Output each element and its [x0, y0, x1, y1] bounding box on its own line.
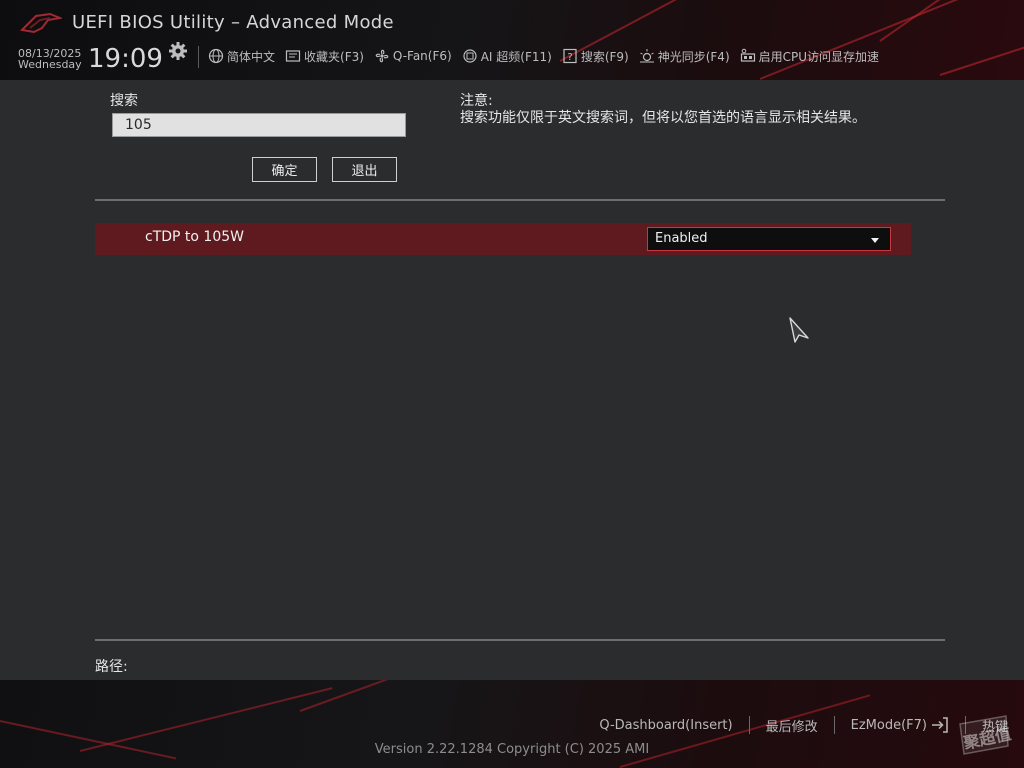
chevron-down-icon [871, 238, 879, 243]
globe-icon [208, 48, 224, 64]
dropdown-selected-value: Enabled [655, 231, 708, 246]
qfan-button[interactable]: Q-Fan(F6) [374, 48, 452, 64]
bottom-bar: Q-Dashboard(Insert) 最后修改 EzMode(F7) 热键 V… [0, 680, 1024, 768]
resizable-bar-label: 启用CPU访问显存加速 [758, 49, 880, 64]
confirm-button[interactable]: 确定 [252, 157, 317, 182]
favorites-label: 收藏夹(F3) [304, 49, 364, 64]
q-dashboard-button[interactable]: Q-Dashboard(Insert) [583, 718, 748, 733]
q-dashboard-label: Q-Dashboard(Insert) [599, 717, 733, 733]
search-result-row[interactable]: cTDP to 105W Enabled [95, 223, 911, 255]
divider-top [95, 199, 945, 201]
ezmode-button[interactable]: EzMode(F7) [835, 716, 965, 734]
app-title: UEFI BIOS Utility – Advanced Mode [72, 12, 394, 33]
svg-text:?: ? [567, 52, 572, 63]
last-modified-button[interactable]: 最后修改 [750, 716, 834, 735]
search-title: 搜索 [110, 93, 138, 109]
toolbar-divider [198, 46, 199, 68]
ai-overclock-label: AI 超频(F11) [480, 49, 552, 64]
decor-slash [939, 27, 1024, 76]
resizable-bar-button[interactable]: 启用CPU访问显存加速 [740, 48, 879, 65]
weekday-display: Wednesday [18, 58, 82, 71]
mouse-pointer-icon [789, 317, 809, 343]
path-label: 路径: [95, 659, 128, 675]
aura-light-icon [639, 49, 654, 63]
exit-arrow-icon [931, 717, 948, 733]
result-value-dropdown[interactable]: Enabled [647, 227, 891, 251]
search-input[interactable] [112, 113, 406, 137]
time-display: 19:09 [88, 44, 163, 74]
decor-slash [299, 680, 526, 712]
gear-icon[interactable] [168, 41, 188, 61]
note-title: 注意: [460, 93, 493, 109]
note-text: 搜索功能仅限于英文搜索词，但将以您首选的语言显示相关结果。 [460, 110, 866, 126]
toolbar: 简体中文 收藏夹(F3) Q-Fan(F6) AI 超频(F11) ? 搜索(F… [208, 46, 889, 66]
divider-bottom [95, 639, 945, 641]
version-info: Version 2.22.1284 Copyright (C) 2025 AMI [374, 742, 650, 757]
resize-bar-icon [740, 48, 755, 62]
ai-chip-icon [463, 49, 477, 63]
favorites-button[interactable]: 收藏夹(F3) [285, 48, 364, 65]
ai-overclock-button[interactable]: AI 超频(F11) [462, 48, 552, 65]
fan-icon [375, 49, 389, 63]
aura-sync-button[interactable]: 神光同步(F4) [639, 48, 730, 65]
ezmode-label: EzMode(F7) [850, 717, 927, 733]
qfan-label: Q-Fan(F6) [392, 49, 452, 63]
language-label: 简体中文 [227, 49, 276, 64]
search-button[interactable]: ? 搜索(F9) [562, 48, 629, 65]
exit-button[interactable]: 退出 [332, 157, 397, 182]
result-item-label: cTDP to 105W [145, 229, 244, 245]
search-label: 搜索(F9) [580, 49, 629, 64]
rog-logo-icon [20, 12, 62, 34]
aura-sync-label: 神光同步(F4) [657, 49, 730, 64]
decor-slash [759, 0, 1024, 80]
top-bar: UEFI BIOS Utility – Advanced Mode 08/13/… [0, 0, 1024, 80]
last-modified-label: 最后修改 [765, 719, 818, 735]
favorites-icon [285, 50, 301, 62]
search-help-icon: ? [563, 48, 577, 64]
language-button[interactable]: 简体中文 [208, 48, 275, 65]
